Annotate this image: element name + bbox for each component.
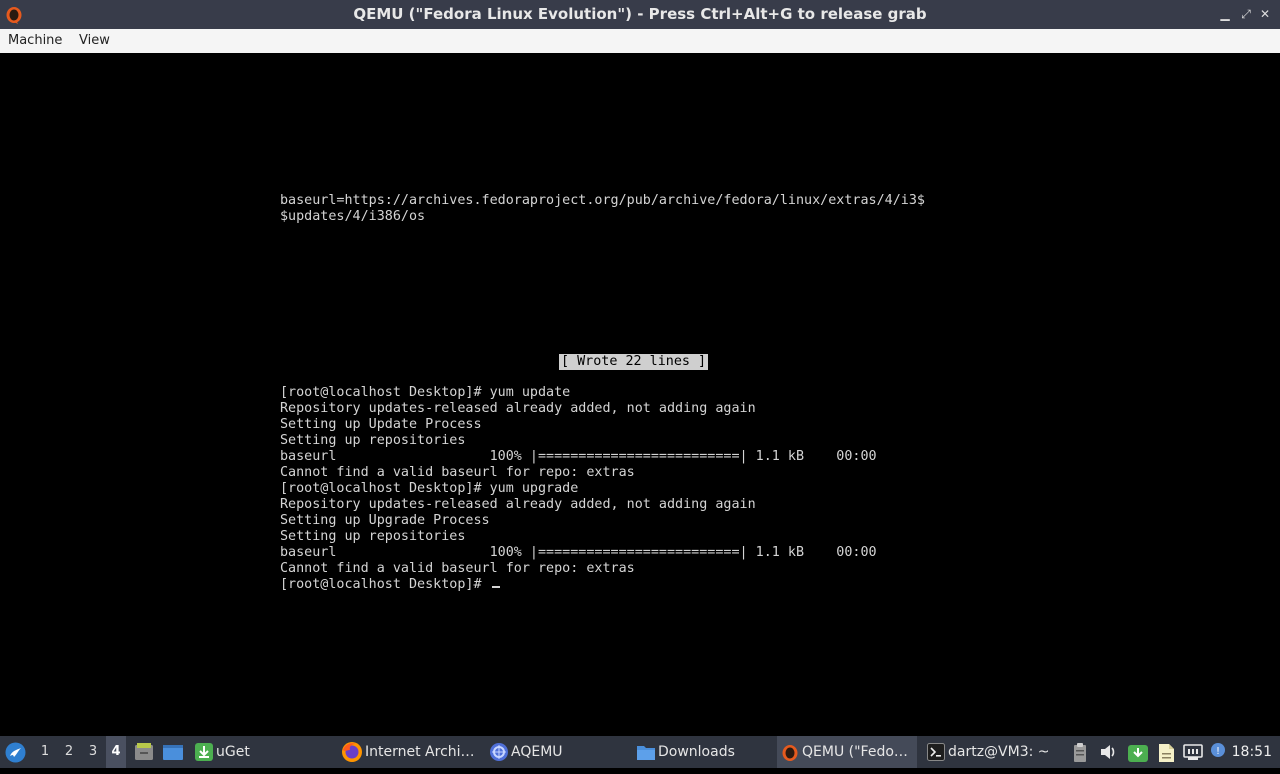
close-button[interactable]: ✕ bbox=[1256, 5, 1274, 23]
qemu-icon bbox=[777, 736, 802, 768]
menubar: Machine View bbox=[0, 29, 1280, 54]
task-terminal[interactable]: dartz@VM3: ~ bbox=[924, 736, 1050, 768]
svg-text:!: ! bbox=[1216, 746, 1220, 757]
maximize-button[interactable]: ⤢ bbox=[1237, 5, 1255, 23]
task-label: QEMU ("Fedo… bbox=[802, 744, 908, 760]
task-label: Downloads bbox=[658, 744, 735, 760]
show-desktop-icon[interactable] bbox=[162, 742, 184, 762]
notes-icon[interactable] bbox=[1156, 743, 1174, 762]
uget-icon bbox=[192, 736, 216, 768]
menu-machine[interactable]: Machine bbox=[8, 29, 62, 52]
minimize-button[interactable]: ▁ bbox=[1216, 5, 1234, 23]
terminal-line: [root@localhost Desktop]# yum update bbox=[280, 385, 571, 400]
window-titlebar[interactable]: QEMU ("Fedora Linux Evolution") - Press … bbox=[0, 0, 1280, 29]
file-manager-icon[interactable] bbox=[134, 742, 154, 762]
workspace-3[interactable]: 3 bbox=[83, 736, 103, 768]
uget-tray-icon[interactable] bbox=[1127, 743, 1148, 762]
workspace-2[interactable]: 2 bbox=[59, 736, 79, 768]
terminal-line: Setting up Upgrade Process bbox=[280, 513, 490, 528]
clock[interactable]: 18:51 bbox=[1232, 736, 1272, 768]
taskbar: 1 2 3 4 uGet Internet Archi… AQEMU Downl… bbox=[0, 736, 1280, 768]
notification-icon[interactable]: ! bbox=[1210, 742, 1228, 760]
task-label: AQEMU bbox=[511, 744, 563, 760]
volume-icon[interactable] bbox=[1099, 743, 1117, 761]
menu-view[interactable]: View bbox=[79, 29, 110, 52]
task-label: uGet bbox=[216, 744, 250, 760]
terminal-line: Setting up repositories bbox=[280, 529, 466, 544]
clipboard-icon[interactable] bbox=[1071, 743, 1089, 762]
terminal-line: Setting up Update Process bbox=[280, 417, 482, 432]
start-menu-icon[interactable] bbox=[5, 742, 26, 763]
aqemu-icon bbox=[487, 736, 511, 768]
vm-display[interactable]: baseurl=https://archives.fedoraproject.o… bbox=[0, 53, 1280, 736]
terminal-prompt: [root@localhost Desktop]# bbox=[280, 577, 490, 592]
task-uget[interactable]: uGet bbox=[192, 736, 332, 768]
terminal-line: Setting up repositories bbox=[280, 433, 466, 448]
terminal-line: [root@localhost Desktop]# yum upgrade bbox=[280, 481, 579, 496]
task-label: Internet Archi… bbox=[365, 744, 475, 760]
task-aqemu[interactable]: AQEMU bbox=[487, 736, 627, 768]
task-qemu[interactable]: QEMU ("Fedo… bbox=[777, 736, 917, 768]
editor-status-message: [ Wrote 22 lines ] bbox=[559, 354, 709, 370]
terminal-prompt-line[interactable]: [root@localhost Desktop]# bbox=[280, 577, 500, 593]
workspace-4[interactable]: 4 bbox=[106, 736, 126, 768]
terminal-line: $updates/4/i386/os bbox=[280, 209, 426, 224]
terminal-line: Repository updates-released already adde… bbox=[280, 497, 756, 512]
workspace-1[interactable]: 1 bbox=[35, 736, 55, 768]
window-title: QEMU ("Fedora Linux Evolution") - Press … bbox=[353, 5, 927, 23]
folder-icon bbox=[633, 736, 658, 768]
terminal-line: Repository updates-released already adde… bbox=[280, 401, 756, 416]
task-label: dartz@VM3: ~ bbox=[948, 744, 1050, 760]
terminal-line: baseurl=https://archives.fedoraproject.o… bbox=[280, 193, 925, 208]
terminal-icon bbox=[924, 736, 948, 768]
terminal-line: baseurl 100% |=========================|… bbox=[280, 449, 877, 464]
task-downloads[interactable]: Downloads bbox=[633, 736, 773, 768]
network-icon[interactable] bbox=[1183, 743, 1203, 761]
terminal-line: baseurl 100% |=========================|… bbox=[280, 545, 877, 560]
task-internet-archive[interactable]: Internet Archi… bbox=[339, 736, 479, 768]
text-cursor bbox=[491, 586, 500, 588]
terminal-line: Cannot find a valid baseurl for repo: ex… bbox=[280, 561, 635, 576]
firefox-icon bbox=[339, 736, 365, 768]
terminal-line: Cannot find a valid baseurl for repo: ex… bbox=[280, 465, 635, 480]
